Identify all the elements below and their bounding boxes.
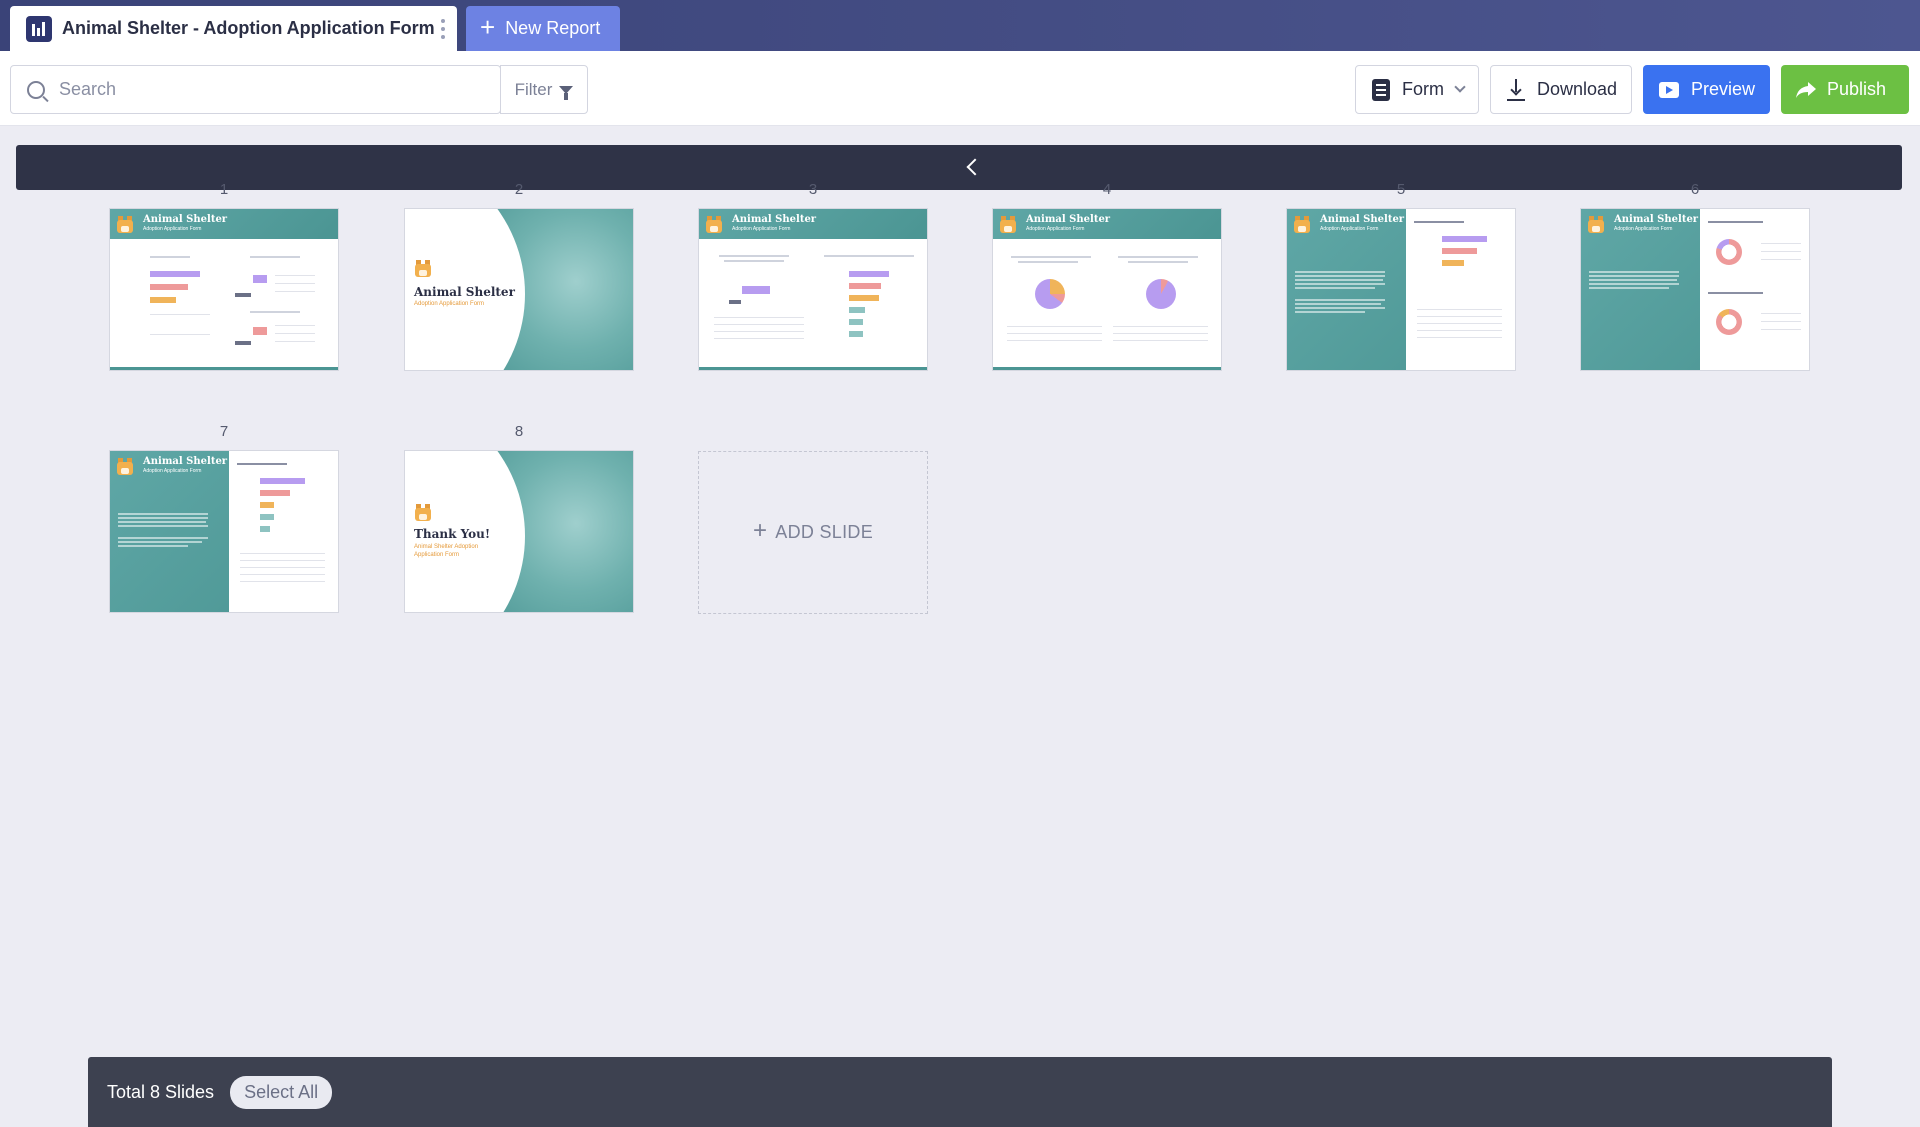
select-all-button[interactable]: Select All <box>230 1075 333 1109</box>
publish-label: Publish <box>1827 79 1887 99</box>
chevron-down-icon <box>1454 81 1466 93</box>
plus-icon: + <box>480 11 496 42</box>
slide-title: Animal Shelter <box>1320 214 1405 225</box>
slide-subtitle: Adoption Application Form <box>1614 226 1673 232</box>
slide-subtitle: Adoption Application Form <box>143 226 202 232</box>
slide-number: 6 <box>1690 181 1700 198</box>
slide-number: 3 <box>808 181 818 198</box>
download-button[interactable]: Download <box>1490 65 1632 114</box>
filter-icon <box>559 85 574 100</box>
download-icon <box>1507 78 1525 101</box>
dog-icon <box>1293 216 1311 234</box>
search-input[interactable] <box>59 79 479 100</box>
slide-number: 8 <box>514 423 524 440</box>
dog-icon <box>414 504 432 522</box>
slide-number: 4 <box>1102 181 1112 198</box>
slide-number: 7 <box>219 423 229 440</box>
slide-thumbnail-7[interactable]: Animal Shelter Adoption Application Form <box>109 450 339 613</box>
top-tab-bar: Animal Shelter - Adoption Application Fo… <box>0 0 1920 51</box>
dog-icon <box>999 216 1017 234</box>
search-icon <box>27 80 45 99</box>
dog-icon <box>414 260 432 278</box>
dog-icon <box>705 216 723 234</box>
toolbar: Filter Form Download Preview Publish <box>0 51 1920 126</box>
preview-label: Preview <box>1691 79 1756 99</box>
new-report-button[interactable]: + New Report <box>466 6 620 51</box>
slide-title: Animal Shelter <box>1614 214 1699 225</box>
kebab-icon[interactable] <box>441 19 445 39</box>
form-icon <box>1372 78 1390 101</box>
dog-icon <box>1587 216 1605 234</box>
slide-title: Animal Shelter <box>414 285 515 299</box>
slide-title: Thank You! <box>414 527 491 541</box>
dog-icon <box>116 458 134 476</box>
slide-subtitle: Adoption Application Form <box>1320 226 1379 232</box>
footer-bar: Total 8 Slides Select All <box>88 1057 1832 1127</box>
total-slides-label: Total 8 Slides <box>107 1081 215 1102</box>
tab-report[interactable]: Animal Shelter - Adoption Application Fo… <box>10 6 457 51</box>
publish-button[interactable]: Publish <box>1781 65 1909 114</box>
share-icon <box>1795 81 1817 99</box>
slide-title: Animal Shelter <box>143 214 228 225</box>
plus-icon: + <box>752 517 768 544</box>
slide-title: Animal Shelter <box>732 214 817 225</box>
slide-thumbnail-1[interactable]: Animal Shelter Adoption Application Form <box>109 208 339 371</box>
form-label: Form <box>1402 79 1444 99</box>
slide-subtitle: Animal Shelter Adoption Application Form <box>414 544 479 558</box>
slide-subtitle: Adoption Application Form <box>1026 226 1085 232</box>
preview-button[interactable]: Preview <box>1643 65 1770 114</box>
slide-subtitle: Adoption Application Form <box>143 468 202 474</box>
chart-logo-icon <box>26 15 52 42</box>
add-slide-label: ADD SLIDE <box>775 522 874 542</box>
slide-subtitle: Adoption Application Form <box>732 226 791 232</box>
download-label: Download <box>1537 79 1618 99</box>
search-box <box>10 65 501 114</box>
filter-button[interactable]: Filter <box>500 65 588 114</box>
chevron-left-icon <box>966 158 984 176</box>
slide-number: 2 <box>514 181 524 198</box>
slide-thumbnail-2[interactable]: Animal Shelter Adoption Application Form <box>404 208 634 371</box>
slide-thumbnail-8[interactable]: Thank You! Animal Shelter Adoption Appli… <box>404 450 634 613</box>
slide-thumbnail-4[interactable]: Animal Shelter Adoption Application Form <box>992 208 1222 371</box>
slide-title: Animal Shelter <box>1026 214 1111 225</box>
dog-icon <box>116 216 134 234</box>
slide-title: Animal Shelter <box>143 456 228 467</box>
slide-thumbnail-3[interactable]: Animal Shelter Adoption Application Form <box>698 208 928 371</box>
slide-number: 1 <box>219 181 229 198</box>
slide-thumbnail-6[interactable]: Animal Shelter Adoption Application Form <box>1580 208 1810 371</box>
slide-subtitle: Adoption Application Form <box>414 301 485 307</box>
filter-label: Filter <box>514 79 553 99</box>
slide-number: 5 <box>1396 181 1406 198</box>
form-dropdown[interactable]: Form <box>1355 65 1479 114</box>
tab-title: Animal Shelter - Adoption Application Fo… <box>62 18 435 38</box>
preview-icon <box>1659 81 1679 98</box>
new-report-label: New Report <box>505 18 601 38</box>
slide-thumbnail-5[interactable]: Animal Shelter Adoption Application Form <box>1286 208 1516 371</box>
add-slide-button[interactable]: + ADD SLIDE <box>698 451 928 614</box>
